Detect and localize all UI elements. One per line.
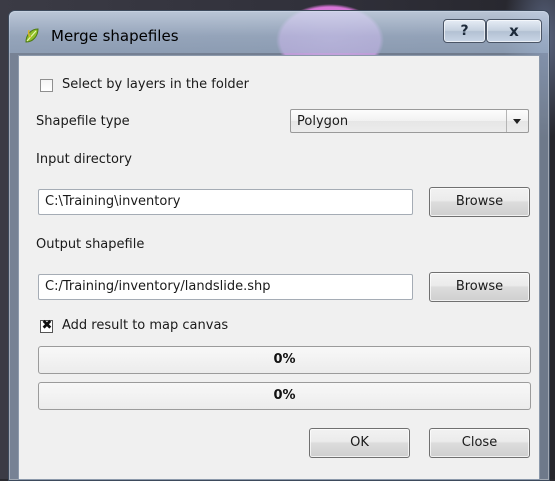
qgis-leaf-icon: [25, 28, 39, 43]
output-shapefile-label: Output shapefile: [36, 237, 145, 252]
window-close-button[interactable]: x: [486, 19, 542, 43]
shapefile-type-select[interactable]: Polygon: [290, 109, 529, 133]
progress-bar-2: 0%: [38, 382, 531, 410]
window-title: Merge shapefiles: [51, 27, 179, 45]
input-browse-button[interactable]: Browse: [429, 187, 530, 217]
input-directory-field[interactable]: C:\Training\inventory: [38, 189, 413, 215]
progress-text-1: 0%: [273, 352, 296, 367]
output-shapefile-field[interactable]: C:/Training/inventory/landslide.shp: [38, 274, 413, 300]
checkmark-icon: ✖: [41, 318, 53, 333]
output-browse-button[interactable]: Browse: [429, 272, 530, 302]
input-directory-label: Input directory: [36, 152, 132, 167]
dialog-body: Select by layers in the folder Shapefile…: [18, 55, 540, 480]
shapefile-type-label: Shapefile type: [36, 114, 130, 129]
add-result-checkbox[interactable]: ✖: [40, 318, 53, 333]
add-result-label: Add result to map canvas: [62, 318, 229, 333]
title-bar[interactable]: Merge shapefiles ? x: [9, 11, 549, 53]
ok-button[interactable]: OK: [309, 428, 410, 458]
help-button[interactable]: ?: [443, 19, 486, 43]
merge-shapefiles-dialog: Merge shapefiles ? x Select by layers in…: [8, 10, 550, 481]
shapefile-type-value: Polygon: [297, 114, 349, 129]
chevron-down-icon: [513, 119, 521, 124]
close-button[interactable]: Close: [429, 428, 530, 458]
progress-bar-1: 0%: [38, 346, 531, 374]
select-by-layers-checkbox[interactable]: [40, 79, 53, 92]
combo-dropdown-button[interactable]: [506, 110, 528, 132]
progress-text-2: 0%: [273, 388, 296, 403]
select-by-layers-label: Select by layers in the folder: [62, 77, 250, 92]
